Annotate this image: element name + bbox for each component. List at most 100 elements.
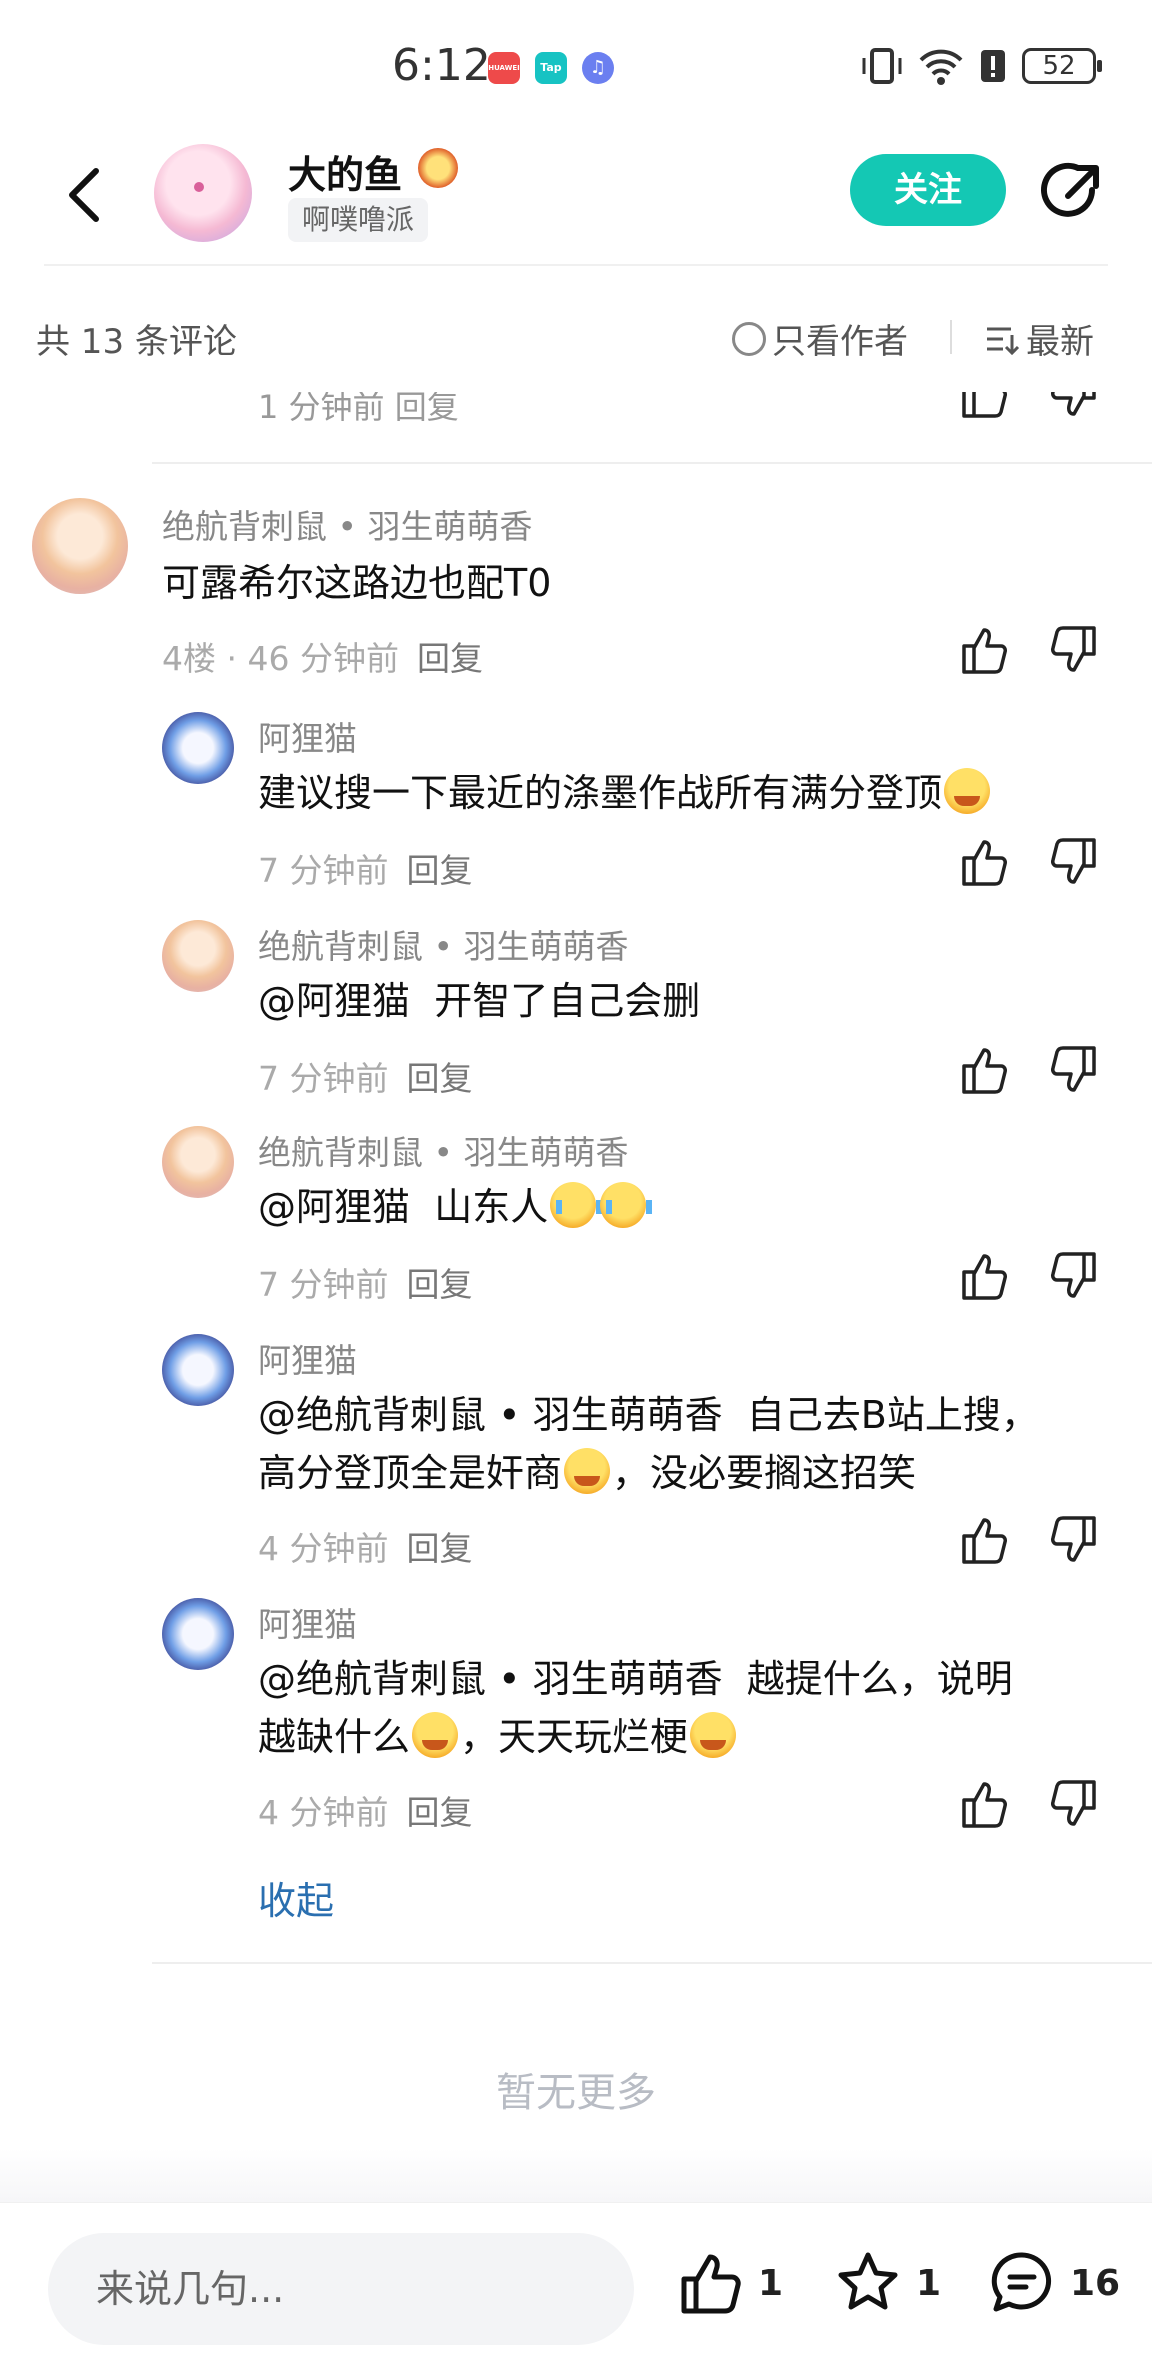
thumb-down-icon[interactable] (1048, 1514, 1100, 1566)
divider (152, 462, 1152, 464)
thumb-up-icon[interactable] (958, 624, 1010, 676)
user-avatar[interactable] (162, 712, 234, 784)
author-avatar[interactable] (154, 144, 252, 242)
follow-button[interactable]: 关注 (850, 154, 1006, 226)
thumb-down-icon[interactable] (1048, 1044, 1100, 1096)
reply-meta: 7 分钟前 回复 (258, 1052, 473, 1100)
reply-text-line2: 高分登顶全是奸商 ，没必要搁这招笑 (258, 1444, 916, 1502)
comment-bubble-icon (991, 2252, 1052, 2312)
partial-comment-meta: 1 分钟前 回复 (258, 392, 459, 426)
thumb-up-icon[interactable] (958, 1778, 1010, 1830)
reply-button[interactable]: 回复 (407, 851, 473, 890)
like-count: 1 (758, 2262, 784, 2304)
reply-time: 7 分钟前 (258, 1059, 389, 1098)
reply-text-body: ，没必要搁这招笑 (612, 1451, 917, 1495)
music-app-icon: ♫ (582, 52, 614, 84)
partial-comment-row: 1 分钟前 回复 (0, 392, 1152, 432)
user-avatar[interactable] (162, 1598, 234, 1670)
reply-author[interactable]: 阿狸猫 (258, 1334, 357, 1382)
thumb-up-icon[interactable] (958, 836, 1010, 888)
sort-label: 最新 (1026, 322, 1094, 362)
comment-count: 共 13 条评论 (36, 322, 237, 362)
reply-text-body: 自己去B站上搜， (746, 1393, 1039, 1437)
reply-text-body: 开智了自己会删 (434, 979, 701, 1023)
star-icon (838, 2252, 898, 2310)
comment-time: 4楼 · 46 分钟前 (162, 639, 399, 678)
reply-text-body: 越缺什么 (258, 1715, 411, 1759)
reply-button[interactable]: 回复 (407, 1529, 473, 1568)
author-tag: 啊噗噜派 (288, 198, 429, 242)
user-avatar[interactable] (162, 1334, 234, 1406)
comments-button[interactable]: 16 (988, 2243, 1120, 2323)
battery-indicator: 52 (1022, 48, 1102, 84)
thumb-down-icon[interactable] (1048, 392, 1100, 420)
smug-emoji-icon (412, 1712, 459, 1758)
thumb-up-icon (681, 2254, 741, 2314)
reply-text-line1: @绝航背刺鼠 • 羽生萌萌香 越提什么，说明 (258, 1650, 1013, 1708)
no-more-indicator: 暂无更多 (496, 2070, 656, 2116)
mention-link[interactable]: @阿狸猫 (258, 979, 410, 1023)
user-avatar[interactable] (162, 1126, 234, 1198)
back-button[interactable] (54, 160, 114, 230)
mention-link[interactable]: @绝航背刺鼠 • 羽生萌萌香 (258, 1393, 723, 1437)
reply-text-body: 越提什么，说明 (746, 1657, 1013, 1701)
reply-button[interactable]: 回复 (407, 1265, 473, 1304)
reply-author[interactable]: 阿狸猫 (258, 712, 357, 760)
alert-icon (981, 50, 1005, 82)
medal-icon (418, 148, 458, 188)
author-name[interactable]: 大的鱼 (288, 144, 402, 199)
reply-text-body: 建议搜一下最近的涤墨作战所有满分登顶 (258, 771, 943, 815)
comment-author[interactable]: 绝航背刺鼠 • 羽生萌萌香 (162, 500, 532, 548)
reply-text: @阿狸猫 开智了自己会删 (258, 972, 700, 1030)
mention-link[interactable]: @绝航背刺鼠 • 羽生萌萌香 (258, 1657, 723, 1701)
thumb-up-icon[interactable] (958, 392, 1010, 420)
reply-meta: 4 分钟前 回复 (258, 1786, 473, 1834)
huawei-app-icon: HUAWEI (488, 52, 520, 84)
reply-text-line2: 越缺什么 ，天天玩烂梗 (258, 1708, 738, 1766)
only-author-label: 只看作者 (772, 322, 908, 362)
comment-text: 可露希尔这路边也配T0 (162, 561, 552, 605)
reply-button[interactable]: 回复 (417, 639, 483, 678)
thumb-up-icon[interactable] (958, 1044, 1010, 1096)
thumb-down-icon[interactable] (1048, 1778, 1100, 1830)
wifi-icon (919, 49, 963, 85)
favorite-button[interactable]: 1 (834, 2243, 941, 2323)
reply-time: 7 分钟前 (258, 1265, 389, 1304)
reply-meta: 7 分钟前 回复 (258, 1258, 473, 1306)
comment-input[interactable]: 来说几句... (48, 2233, 634, 2345)
status-icons: 52 (860, 46, 1102, 86)
reply-meta: 7 分钟前 回复 (258, 844, 473, 892)
thumb-up-icon[interactable] (958, 1514, 1010, 1566)
crying-emoji-icon (550, 1182, 603, 1228)
reply-time: 7 分钟前 (258, 851, 389, 890)
mention-link[interactable]: @阿狸猫 (258, 1185, 410, 1229)
only-author-toggle[interactable]: 只看作者 (732, 314, 908, 363)
comment-filter-bar: 共 13 条评论 只看作者 最新 (0, 290, 1152, 380)
reply-author[interactable]: 绝航背刺鼠 • 羽生萌萌香 (258, 920, 628, 968)
chevron-left-icon (69, 168, 99, 222)
thumb-down-icon[interactable] (1048, 1250, 1100, 1302)
reply-button[interactable]: 回复 (407, 1793, 473, 1832)
reply-meta: 4 分钟前 回复 (258, 1522, 473, 1570)
thumb-up-icon[interactable] (958, 1250, 1010, 1302)
reply-author[interactable]: 阿狸猫 (258, 1598, 357, 1646)
post-header: 大的鱼 啊噗噜派 关注 (44, 130, 1108, 266)
like-post-button[interactable]: 1 (676, 2243, 783, 2323)
radio-icon (732, 321, 766, 356)
smug-emoji-icon (944, 768, 991, 814)
vibrate-icon (862, 48, 902, 84)
divider (152, 1962, 1152, 1964)
user-avatar[interactable] (32, 498, 128, 594)
thumb-down-icon[interactable] (1048, 624, 1100, 676)
sort-button[interactable]: 最新 (984, 314, 1094, 363)
smug-emoji-icon (564, 1448, 611, 1494)
status-time: 6:12 (392, 40, 491, 91)
reply-button[interactable]: 回复 (407, 1059, 473, 1098)
user-avatar[interactable] (162, 920, 234, 992)
thumb-down-icon[interactable] (1048, 836, 1100, 888)
share-button[interactable] (1038, 160, 1104, 226)
reply-text-body: 山东人 (434, 1185, 549, 1229)
collapse-replies-button[interactable]: 收起 (258, 1870, 334, 1925)
sort-icon (987, 327, 1020, 355)
reply-author[interactable]: 绝航背刺鼠 • 羽生萌萌香 (258, 1126, 628, 1174)
